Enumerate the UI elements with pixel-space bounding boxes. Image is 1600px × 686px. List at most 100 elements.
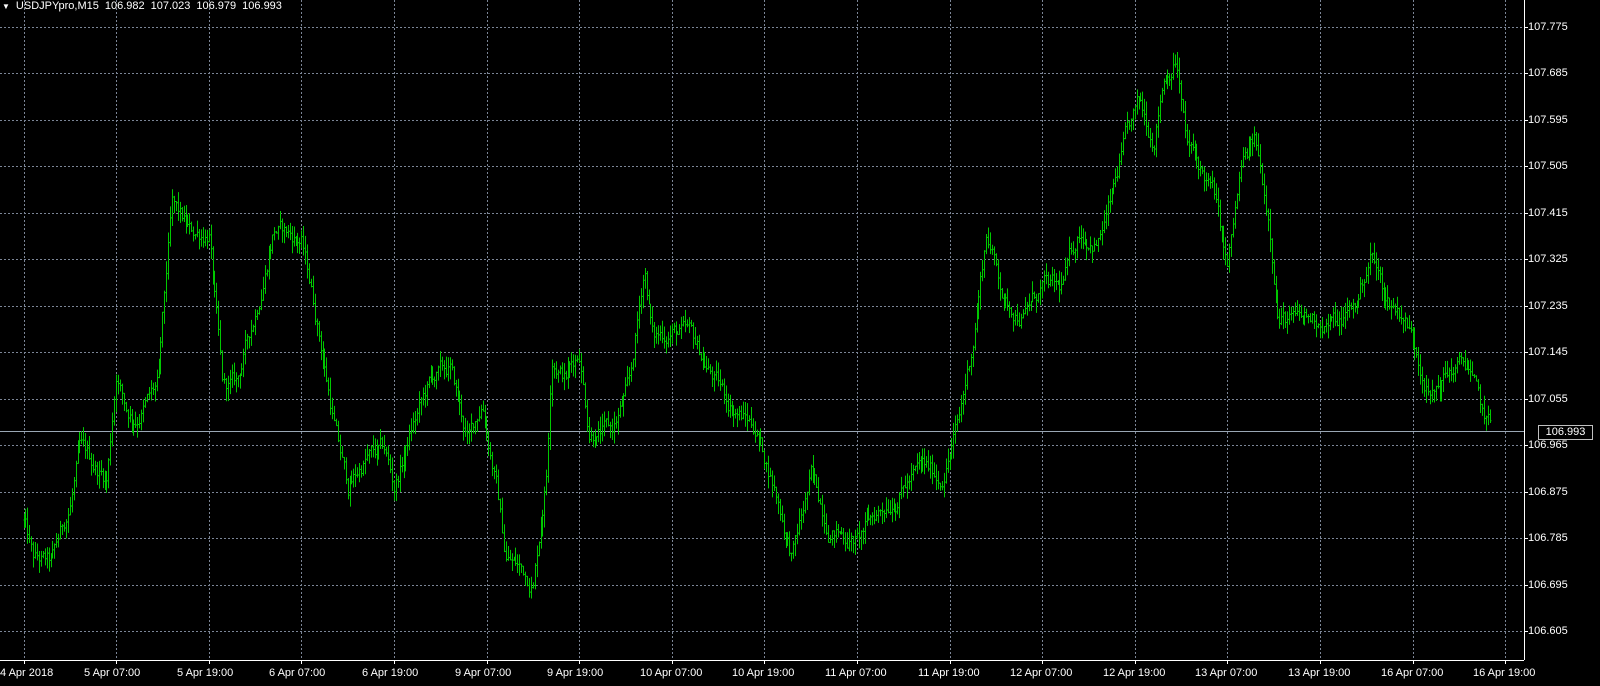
ohlc-bar	[445, 356, 448, 378]
ohlc-bar	[923, 448, 926, 475]
ohlc-bar	[1132, 108, 1135, 131]
price-tick-label: 107.775	[1528, 21, 1568, 33]
ohlc-bar	[67, 507, 70, 533]
ohlc-bar	[1257, 133, 1260, 157]
ohlc-bar	[80, 431, 83, 445]
ohlc-bar	[1348, 300, 1351, 318]
ohlc-bar	[644, 267, 647, 289]
ohlc-bar	[628, 367, 631, 386]
price-chart-canvas[interactable]	[0, 0, 1600, 686]
ohlc-bar	[364, 448, 367, 475]
ohlc-bar	[1105, 204, 1108, 230]
ohlc-bar	[1163, 78, 1166, 95]
ohlc-bar	[44, 548, 47, 566]
ohlc-bar	[831, 530, 834, 546]
ohlc-bar	[611, 418, 614, 440]
ohlc-bar	[974, 322, 977, 351]
ohlc-bar	[916, 453, 919, 475]
ohlc-bar	[1001, 287, 1004, 299]
ohlc-bar	[389, 454, 392, 474]
ohlc-bar	[634, 332, 637, 368]
ohlc-bar	[1450, 358, 1453, 382]
ohlc-bar	[858, 521, 861, 549]
ohlc-bar	[148, 387, 151, 400]
ohlc-bar	[958, 406, 961, 424]
ohlc-bar	[1093, 237, 1096, 252]
ohlc-bar	[468, 423, 471, 445]
ohlc-bar	[428, 376, 431, 389]
ohlc-bar	[871, 512, 874, 526]
ohlc-bar	[1253, 126, 1256, 148]
ohlc-bar	[298, 237, 301, 254]
ohlc-bar	[688, 317, 691, 334]
ohlc-bar	[1246, 148, 1249, 160]
ohlc-bar	[661, 320, 664, 344]
time-tick-label: 5 Apr 07:00	[84, 667, 141, 679]
ohlc-bar	[1058, 270, 1061, 303]
ohlc-bar	[451, 359, 454, 371]
ohlc-bar	[536, 545, 539, 578]
ohlc-bar	[1251, 133, 1254, 157]
ohlc-bar	[1159, 94, 1162, 123]
ohlc-bar	[345, 457, 348, 485]
ohlc-bar	[815, 474, 818, 489]
ohlc-bar	[1437, 374, 1440, 389]
ohlc-bar	[86, 440, 89, 460]
ohlc-bar	[881, 502, 884, 525]
ohlc-bar	[1313, 311, 1316, 330]
ohlc-bar	[273, 227, 276, 241]
ohlc-bar	[854, 529, 857, 555]
ohlc-bar	[1066, 257, 1069, 276]
ohlc-bar	[374, 438, 377, 459]
ohlc-bar	[1433, 389, 1436, 403]
ohlc-bar	[489, 442, 492, 460]
ohlc-bar	[333, 405, 336, 422]
ohlc-bar	[1217, 187, 1220, 217]
ohlc-bar	[1122, 131, 1125, 156]
ohlc-bar	[1097, 237, 1100, 252]
ohlc-bar	[329, 377, 332, 415]
ohlc-bar	[163, 290, 166, 324]
ohlc-bar	[885, 497, 888, 519]
ohlc-bar	[96, 461, 99, 485]
ohlc-bar	[837, 524, 840, 538]
ohlc-bar	[1168, 73, 1171, 87]
ohlc-bar	[736, 408, 739, 428]
ohlc-bar	[1203, 166, 1206, 192]
ohlc-bar	[823, 504, 826, 534]
ohlc-bar	[1475, 375, 1478, 382]
ohlc-bar	[630, 362, 633, 382]
ohlc-bar	[1446, 360, 1449, 378]
ohlc-bar	[1240, 160, 1243, 183]
ohlc-bar	[75, 460, 78, 488]
ohlc-bar	[1041, 281, 1044, 299]
ohlc-bar	[385, 446, 388, 457]
ohlc-bar	[902, 485, 905, 498]
ohlc-bar	[686, 319, 689, 328]
time-tick-label: 13 Apr 07:00	[1195, 667, 1258, 679]
ohlc-bar	[991, 244, 994, 255]
ohlc-bar	[289, 222, 292, 241]
ohlc-bar	[638, 295, 641, 329]
ohlc-bar	[925, 456, 928, 468]
ohlc-bar	[125, 401, 128, 413]
ohlc-bar	[941, 481, 944, 491]
ohlc-bar	[827, 524, 830, 543]
ohlc-bar	[1045, 263, 1048, 285]
ohlc-bar	[1377, 258, 1380, 280]
ohlc-bar	[1489, 409, 1492, 423]
ohlc-bar	[1429, 390, 1432, 405]
ohlc-bar	[1363, 279, 1366, 298]
ohlc-bar	[478, 406, 481, 422]
ohlc-bar	[601, 413, 604, 442]
ohlc-bar	[127, 409, 130, 428]
ohlc-bar	[999, 272, 1002, 301]
ohlc-bar	[767, 455, 770, 489]
ohlc-bar	[154, 382, 157, 402]
ohlc-bar	[100, 460, 103, 476]
ohlc-bar	[1037, 293, 1040, 303]
ohlc-bar	[1244, 147, 1247, 160]
ohlc-bar	[98, 460, 101, 489]
ohlc-bar	[343, 456, 346, 470]
triangle-down-icon[interactable]: ▼	[2, 0, 10, 14]
